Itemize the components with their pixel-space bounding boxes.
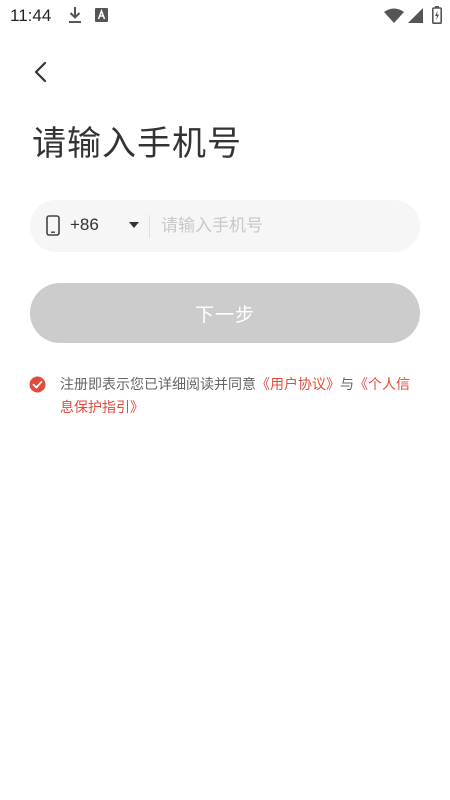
phone-input-container: +86 — [30, 200, 420, 252]
chevron-left-icon[interactable] — [26, 56, 58, 88]
country-code-selector[interactable]: +86 — [70, 215, 99, 235]
phone-icon — [46, 215, 60, 236]
caret-down-icon[interactable] — [129, 222, 139, 228]
user-agreement-link[interactable]: 《用户协议》 — [256, 377, 340, 393]
agreement-and: 与 — [340, 377, 354, 393]
phone-number-input[interactable] — [161, 213, 411, 239]
battery-icon — [432, 6, 442, 24]
download-icon — [69, 7, 81, 23]
next-step-button[interactable]: 下一步 — [30, 283, 420, 343]
wifi-icon — [384, 8, 404, 23]
agreement-text: 注册即表示您已详细阅读并同意《用户协议》与《个人信息保护指引》 — [60, 374, 422, 420]
divider — [149, 215, 150, 238]
signal-icon — [408, 8, 423, 23]
agreement-prefix: 注册即表示您已详细阅读并同意 — [60, 377, 256, 393]
font-a-icon — [95, 8, 108, 22]
agreement-checkbox-icon[interactable] — [29, 376, 46, 393]
page-title: 请输入手机号 — [32, 124, 242, 164]
status-bar: 11:44 — [0, 0, 450, 32]
status-time: 11:44 — [10, 6, 52, 25]
